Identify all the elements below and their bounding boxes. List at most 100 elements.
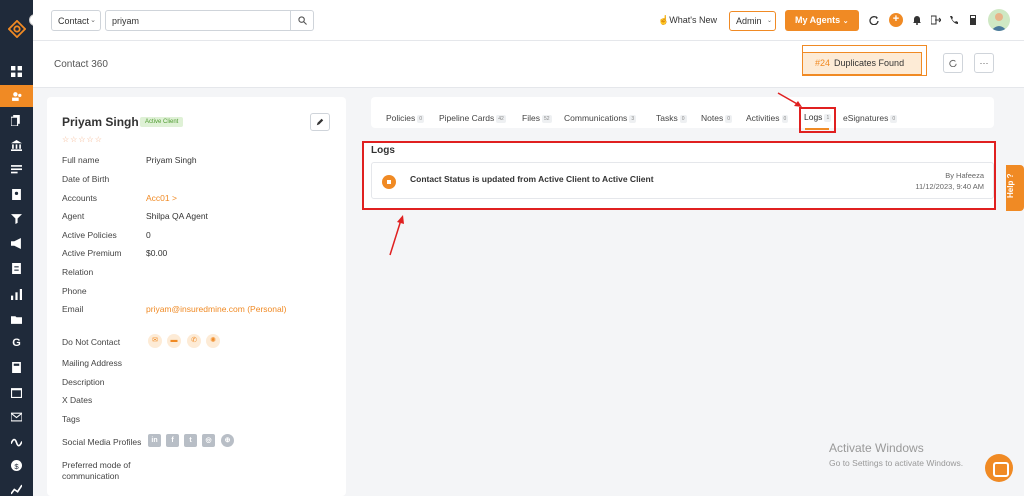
calendar-icon[interactable] xyxy=(0,381,33,403)
twitter-icon[interactable]: t xyxy=(184,434,197,447)
more-icon: ··· xyxy=(979,58,989,68)
tab-label: Notes xyxy=(701,113,724,123)
help-tab[interactable]: Help ? xyxy=(1006,165,1024,211)
tab-policies[interactable]: Policies 0 xyxy=(386,113,425,123)
refresh-icon xyxy=(949,59,957,67)
email-link[interactable]: priyam@insuredmine.com (Personal) xyxy=(146,304,286,314)
chat-support-icon[interactable] xyxy=(985,454,1013,482)
megaphone-icon[interactable] xyxy=(0,232,33,254)
calculator-icon[interactable] xyxy=(0,356,33,378)
google-icon[interactable]: G xyxy=(0,332,33,354)
sidebar: › G $ xyxy=(0,0,41,496)
reports-icon[interactable] xyxy=(0,478,33,496)
duplicates-found-button[interactable]: #24 Duplicates Found xyxy=(802,52,922,75)
notes-icon[interactable] xyxy=(0,257,33,279)
tab-files[interactable]: Files 52 xyxy=(522,113,552,123)
field-label: Mailing Address xyxy=(62,358,123,368)
search-button[interactable] xyxy=(291,10,314,31)
search-type-value: Contact xyxy=(58,16,90,26)
email-icon[interactable]: ✉ xyxy=(148,334,162,348)
more-options-button[interactable]: ··· xyxy=(974,53,994,73)
email-icon[interactable] xyxy=(0,405,33,427)
search-type-select[interactable]: Contact ⌄ xyxy=(51,10,101,31)
field-value: Shilpa QA Agent xyxy=(146,211,208,221)
field-value: Priyam Singh xyxy=(146,155,197,165)
tab-notes[interactable]: Notes 0 xyxy=(701,113,732,123)
tab-label: Policies xyxy=(386,113,416,123)
field-label: Relation xyxy=(62,267,94,277)
tab-count: 0 xyxy=(781,114,789,123)
rating-stars[interactable]: ☆☆☆☆☆ xyxy=(62,135,103,144)
signature-icon[interactable] xyxy=(0,430,33,452)
sun-icon[interactable]: ✺ xyxy=(206,334,220,348)
role-select[interactable]: Admin ⌄ xyxy=(729,11,776,31)
log-text: Contact Status is updated from Active Cl… xyxy=(410,174,654,184)
field-label: Active Premium xyxy=(62,248,122,258)
folder-icon[interactable] xyxy=(0,308,33,330)
contact-name: Priyam Singh xyxy=(62,115,139,129)
field-label: Social Media Profiles xyxy=(62,437,142,447)
tab-activities[interactable]: Activities 0 xyxy=(746,113,789,123)
whats-new-link[interactable]: ☝What's New xyxy=(658,15,717,26)
field-label: Accounts xyxy=(62,193,97,203)
chevron-down-icon: ⌄ xyxy=(766,18,772,24)
sub-header: Contact 360 #24 Duplicates Found ··· xyxy=(33,41,1024,88)
my-agents-button[interactable]: My Agents ⌄ xyxy=(785,10,859,31)
contact-card-icon[interactable] xyxy=(0,183,33,205)
status-badge: Active Client xyxy=(140,117,184,127)
billing-icon[interactable]: $ xyxy=(0,454,33,476)
facebook-icon[interactable]: f xyxy=(166,434,179,447)
tab-pipeline-cards[interactable]: Pipeline Cards 42 xyxy=(439,113,506,123)
analytics-icon[interactable] xyxy=(0,283,33,305)
dashboard-icon[interactable] xyxy=(0,60,33,82)
chat-icon[interactable]: ▬ xyxy=(167,334,181,348)
tab-label: Activities xyxy=(746,113,780,123)
edit-contact-button[interactable] xyxy=(310,113,330,131)
instagram-icon[interactable]: ◎ xyxy=(202,434,215,447)
tab-count: 0 xyxy=(890,114,898,123)
list-icon[interactable] xyxy=(0,158,33,180)
search-input[interactable] xyxy=(105,10,291,31)
avatar[interactable] xyxy=(988,9,1010,31)
globe-icon[interactable]: ⊕ xyxy=(221,434,234,447)
tab-label: eSignatures xyxy=(843,113,889,123)
account-link[interactable]: Acc01 > xyxy=(146,193,177,203)
documents-icon[interactable] xyxy=(0,109,33,131)
bank-icon[interactable] xyxy=(0,134,33,156)
tab-label: Files xyxy=(522,113,540,123)
annotation-arrow xyxy=(389,215,404,256)
calculator-icon[interactable] xyxy=(967,14,979,26)
tab-label: Pipeline Cards xyxy=(439,113,495,123)
tab-tasks[interactable]: Tasks 0 xyxy=(656,113,687,123)
phone-icon[interactable]: ✆ xyxy=(187,334,201,348)
search-icon xyxy=(297,16,307,25)
field-value: 0 xyxy=(146,230,151,240)
bell-icon[interactable] xyxy=(911,14,923,26)
duplicates-count: #24 xyxy=(815,58,831,68)
linkedin-icon[interactable]: in xyxy=(148,434,161,447)
tab-label: Communications xyxy=(564,113,628,123)
hand-icon: ☝ xyxy=(658,15,670,25)
filter-icon[interactable] xyxy=(0,207,33,229)
logs-title: Logs xyxy=(371,145,395,156)
duplicates-label: Duplicates Found xyxy=(834,58,905,68)
logout-icon[interactable] xyxy=(930,14,942,26)
field-label: Do Not Contact xyxy=(62,337,121,347)
field-label: X Dates xyxy=(62,395,93,405)
svg-text:$: $ xyxy=(14,461,19,470)
sync-button[interactable] xyxy=(943,53,963,73)
field-label: Full name xyxy=(62,155,100,165)
field-label: Active Policies xyxy=(62,230,117,240)
log-timestamp: 11/12/2023, 9:40 AM xyxy=(915,182,984,191)
add-icon[interactable]: + xyxy=(889,13,903,27)
refresh-icon[interactable] xyxy=(868,14,880,26)
tab-esignatures[interactable]: eSignatures 0 xyxy=(843,113,898,123)
contacts-icon[interactable] xyxy=(0,85,33,107)
tab-communications[interactable]: Communications 3 xyxy=(564,113,637,123)
annotation-arrow xyxy=(777,92,802,107)
phone-icon[interactable] xyxy=(948,14,960,26)
help-label: Help xyxy=(1006,180,1015,199)
field-label: Email xyxy=(62,304,84,314)
field-label: Tags xyxy=(62,414,80,424)
insuredmine-logo-icon[interactable] xyxy=(8,20,26,38)
